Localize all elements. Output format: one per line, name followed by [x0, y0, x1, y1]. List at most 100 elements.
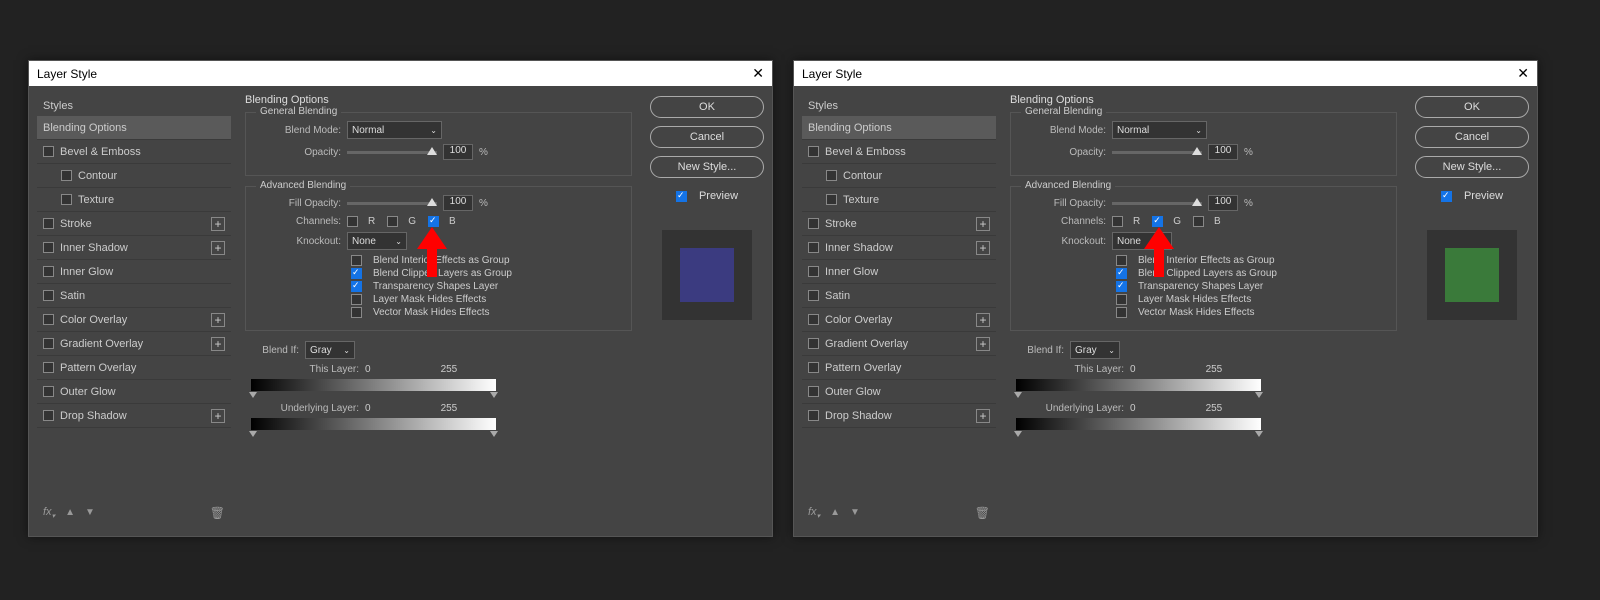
fill-opacity-slider[interactable] [1112, 202, 1202, 205]
adv-option[interactable]: Blend Clipped Layers as Group [1116, 268, 1386, 279]
adv-option[interactable]: Layer Mask Hides Effects [1116, 294, 1386, 305]
style-item-contour[interactable]: Contour [37, 164, 231, 188]
style-checkbox[interactable] [808, 338, 819, 349]
style-item-inner-glow[interactable]: Inner Glow [802, 260, 996, 284]
style-checkbox[interactable] [43, 338, 54, 349]
style-checkbox[interactable] [808, 146, 819, 157]
new-style-button[interactable]: New Style... [1415, 156, 1529, 178]
blendif-select[interactable]: Gray⌄ [305, 341, 355, 359]
style-item-color-overlay[interactable]: Color Overlay+ [802, 308, 996, 332]
close-icon[interactable]: ✕ [752, 65, 764, 82]
knockout-select[interactable]: None⌄ [347, 232, 407, 250]
adv-option-checkbox[interactable] [1116, 294, 1127, 305]
adv-option[interactable]: Blend Interior Effects as Group [351, 255, 621, 266]
preview-checkbox[interactable] [1441, 191, 1452, 202]
adv-option[interactable]: Blend Interior Effects as Group [1116, 255, 1386, 266]
adv-option[interactable]: Layer Mask Hides Effects [351, 294, 621, 305]
style-item-pattern-overlay[interactable]: Pattern Overlay [802, 356, 996, 380]
style-item-stroke[interactable]: Stroke+ [37, 212, 231, 236]
knockout-select[interactable]: None⌄ [1112, 232, 1172, 250]
style-checkbox[interactable] [808, 314, 819, 325]
add-effect-button[interactable]: + [211, 409, 225, 423]
style-checkbox[interactable] [808, 410, 819, 421]
adv-option-checkbox[interactable] [1116, 281, 1127, 292]
style-checkbox[interactable] [808, 218, 819, 229]
style-checkbox[interactable] [808, 362, 819, 373]
style-item-pattern-overlay[interactable]: Pattern Overlay [37, 356, 231, 380]
style-item-contour[interactable]: Contour [802, 164, 996, 188]
fx-icon[interactable]: fx▾ [43, 506, 55, 520]
style-item-texture[interactable]: Texture [37, 188, 231, 212]
opacity-slider[interactable] [347, 151, 437, 154]
channel-b-checkbox[interactable] [428, 216, 439, 227]
fill-opacity-input[interactable]: 100 [1208, 195, 1238, 211]
style-checkbox[interactable] [826, 194, 837, 205]
adv-option[interactable]: Vector Mask Hides Effects [1116, 307, 1386, 318]
style-item-blending-options[interactable]: Blending Options [802, 116, 996, 140]
style-checkbox[interactable] [61, 170, 72, 181]
adv-option[interactable]: Transparency Shapes Layer [1116, 281, 1386, 292]
style-item-blending-options[interactable]: Blending Options [37, 116, 231, 140]
new-style-button[interactable]: New Style... [650, 156, 764, 178]
adv-option-checkbox[interactable] [351, 294, 362, 305]
style-checkbox[interactable] [43, 146, 54, 157]
blend-mode-select[interactable]: Normal⌄ [1112, 121, 1207, 139]
adv-option-checkbox[interactable] [351, 281, 362, 292]
style-item-satin[interactable]: Satin [802, 284, 996, 308]
style-checkbox[interactable] [808, 290, 819, 301]
opacity-input[interactable]: 100 [1208, 144, 1238, 160]
add-effect-button[interactable]: + [211, 313, 225, 327]
style-item-texture[interactable]: Texture [802, 188, 996, 212]
adv-option-checkbox[interactable] [1116, 268, 1127, 279]
channel-r-checkbox[interactable] [1112, 216, 1123, 227]
this-layer-gradient[interactable] [251, 379, 496, 391]
style-checkbox[interactable] [808, 266, 819, 277]
add-effect-button[interactable]: + [976, 217, 990, 231]
style-checkbox[interactable] [808, 386, 819, 397]
adv-option-checkbox[interactable] [1116, 255, 1127, 266]
style-checkbox[interactable] [43, 386, 54, 397]
adv-option-checkbox[interactable] [1116, 307, 1127, 318]
style-item-bevel-emboss[interactable]: Bevel & Emboss [37, 140, 231, 164]
channel-b-checkbox[interactable] [1193, 216, 1204, 227]
style-checkbox[interactable] [43, 266, 54, 277]
fill-opacity-slider[interactable] [347, 202, 437, 205]
style-item-gradient-overlay[interactable]: Gradient Overlay+ [802, 332, 996, 356]
style-item-satin[interactable]: Satin [37, 284, 231, 308]
opacity-slider[interactable] [1112, 151, 1202, 154]
underlying-gradient[interactable] [1016, 418, 1261, 430]
style-item-outer-glow[interactable]: Outer Glow [37, 380, 231, 404]
style-checkbox[interactable] [43, 362, 54, 373]
fx-icon[interactable]: fx▾ [808, 506, 820, 520]
titlebar[interactable]: Layer Style ✕ [794, 61, 1537, 86]
move-down-icon[interactable]: ▼ [85, 507, 95, 518]
style-checkbox[interactable] [43, 242, 54, 253]
blend-mode-select[interactable]: Normal⌄ [347, 121, 442, 139]
adv-option-checkbox[interactable] [351, 268, 362, 279]
adv-option[interactable]: Vector Mask Hides Effects [351, 307, 621, 318]
style-item-drop-shadow[interactable]: Drop Shadow+ [37, 404, 231, 428]
style-item-gradient-overlay[interactable]: Gradient Overlay+ [37, 332, 231, 356]
style-item-color-overlay[interactable]: Color Overlay+ [37, 308, 231, 332]
style-checkbox[interactable] [61, 194, 72, 205]
adv-option-checkbox[interactable] [351, 307, 362, 318]
add-effect-button[interactable]: + [976, 337, 990, 351]
add-effect-button[interactable]: + [211, 337, 225, 351]
add-effect-button[interactable]: + [976, 409, 990, 423]
style-item-outer-glow[interactable]: Outer Glow [802, 380, 996, 404]
adv-option-checkbox[interactable] [351, 255, 362, 266]
trash-icon[interactable]: 🗑 [975, 506, 990, 520]
style-checkbox[interactable] [826, 170, 837, 181]
style-checkbox[interactable] [43, 314, 54, 325]
channel-g-checkbox[interactable] [387, 216, 398, 227]
trash-icon[interactable]: 🗑 [210, 506, 225, 520]
move-up-icon[interactable]: ▲ [830, 507, 840, 518]
opacity-input[interactable]: 100 [443, 144, 473, 160]
cancel-button[interactable]: Cancel [650, 126, 764, 148]
fill-opacity-input[interactable]: 100 [443, 195, 473, 211]
move-up-icon[interactable]: ▲ [65, 507, 75, 518]
titlebar[interactable]: Layer Style ✕ [29, 61, 772, 86]
style-item-inner-shadow[interactable]: Inner Shadow+ [802, 236, 996, 260]
this-layer-gradient[interactable] [1016, 379, 1261, 391]
style-item-drop-shadow[interactable]: Drop Shadow+ [802, 404, 996, 428]
